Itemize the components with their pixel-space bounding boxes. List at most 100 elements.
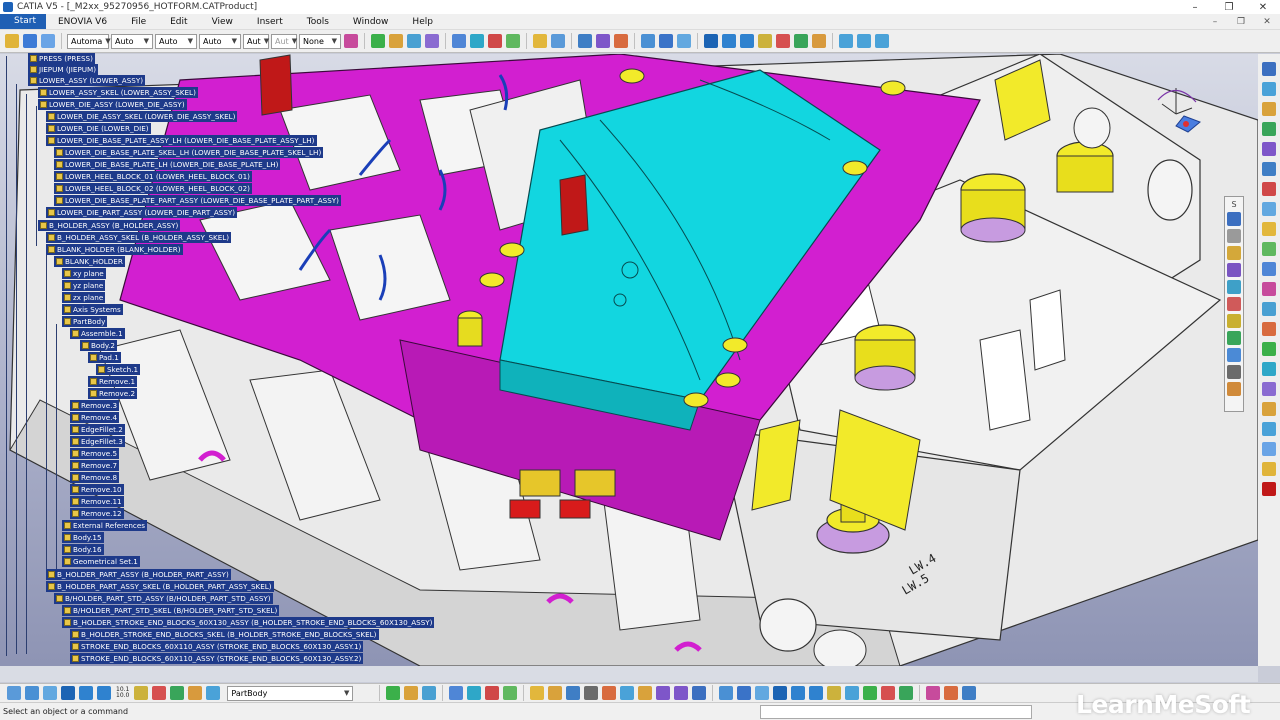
snap-icon[interactable] xyxy=(5,34,19,48)
tree-node[interactable]: xy plane xyxy=(62,268,106,279)
normal-icon[interactable] xyxy=(827,686,842,700)
paste-icon[interactable] xyxy=(638,686,653,700)
redo-icon[interactable] xyxy=(674,686,689,700)
zoom-in-view-icon[interactable] xyxy=(791,686,806,700)
point-icon[interactable] xyxy=(839,34,853,48)
maximize-button[interactable]: ❐ xyxy=(1212,2,1246,13)
draft-icon[interactable] xyxy=(1227,331,1241,345)
tree-node[interactable]: LOWER_DIE_BASE_PLATE_PART_ASSY (LOWER_DI… xyxy=(54,195,341,206)
new-icon[interactable] xyxy=(530,686,545,700)
chamfer-icon[interactable] xyxy=(1227,314,1241,328)
rotate-icon[interactable] xyxy=(704,34,718,48)
product-icon[interactable] xyxy=(371,34,385,48)
line-thickness-combo[interactable]: Auto ▼ xyxy=(155,33,197,49)
tree-node[interactable]: Remove.8 xyxy=(70,472,120,483)
fit-all-in-icon[interactable] xyxy=(25,686,39,700)
rotate-icon[interactable] xyxy=(1262,282,1276,296)
menu-edit[interactable]: Edit xyxy=(158,17,199,27)
tree-node[interactable]: LOWER_DIE_BASE_PLATE_SKEL_LH (LOWER_DIE_… xyxy=(54,147,324,158)
tree-node[interactable]: EdgeFillet.3 xyxy=(70,436,125,447)
command-input[interactable] xyxy=(760,705,1032,719)
fly-mode-icon[interactable] xyxy=(641,34,655,48)
fillet-icon[interactable] xyxy=(1227,297,1241,311)
format-painter-icon[interactable] xyxy=(344,34,358,48)
tree-node[interactable]: LOWER_DIE_BASE_PLATE_LH (LOWER_DIE_BASE_… xyxy=(54,159,281,170)
inertia-icon[interactable] xyxy=(614,34,628,48)
line-icon[interactable] xyxy=(1262,122,1276,136)
join-icon[interactable] xyxy=(1262,182,1276,196)
pan-icon[interactable] xyxy=(677,34,691,48)
zoom-out-icon[interactable] xyxy=(97,686,111,700)
menu-insert[interactable]: Insert xyxy=(245,17,295,27)
surface-icon[interactable] xyxy=(1262,162,1276,176)
line-icon[interactable] xyxy=(857,34,871,48)
component-icon[interactable] xyxy=(407,34,421,48)
compass-icon[interactable] xyxy=(1148,80,1208,140)
formula-icon[interactable] xyxy=(926,686,941,700)
tree-node[interactable]: PartBody xyxy=(62,316,108,327)
tree-node[interactable]: Remove.10 xyxy=(70,484,124,495)
zoom-out-icon[interactable] xyxy=(740,34,754,48)
tree-node[interactable]: Remove.3 xyxy=(70,400,120,411)
tree-node[interactable]: Remove.12 xyxy=(70,508,124,519)
knowledge-icon[interactable] xyxy=(962,686,977,700)
tree-node[interactable]: Remove.5 xyxy=(70,448,120,459)
tree-node[interactable]: Body.15 xyxy=(62,532,104,543)
menu-start[interactable]: Start xyxy=(0,14,46,29)
scale-icon[interactable] xyxy=(1262,322,1276,336)
select-icon[interactable] xyxy=(23,34,37,48)
tree-node[interactable]: LOWER_ASSY_SKEL (LOWER_ASSY_SKEL) xyxy=(38,87,198,98)
tree-node[interactable]: Body.2 xyxy=(80,340,117,351)
tree-node[interactable]: Body.16 xyxy=(62,544,104,555)
color-combo[interactable]: Automa ▼ xyxy=(67,33,111,49)
hide-show-icon[interactable] xyxy=(776,34,790,48)
menu-tools[interactable]: Tools xyxy=(295,17,341,27)
tree-node[interactable]: B_HOLDER_PART_ASSY (B_HOLDER_PART_ASSY) xyxy=(46,569,231,580)
pan-icon[interactable] xyxy=(43,686,57,700)
shell-icon[interactable] xyxy=(1227,348,1241,362)
swap-visible-icon[interactable] xyxy=(794,34,808,48)
layer-auto-combo[interactable]: Aut ▼ xyxy=(271,33,297,49)
near-icon[interactable] xyxy=(1262,422,1276,436)
tree-node[interactable]: JIEPUM (JIEPUM) xyxy=(28,64,99,75)
axis-to-axis-icon[interactable] xyxy=(1262,362,1276,376)
tree-node[interactable]: LOWER_DIE (LOWER_DIE) xyxy=(46,123,151,134)
cut-icon[interactable] xyxy=(812,34,826,48)
print-icon[interactable] xyxy=(584,686,599,700)
contact-constraint-icon[interactable] xyxy=(551,34,565,48)
tree-node[interactable]: B_HOLDER_STROKE_END_BLOCKS_60X130_ASSY (… xyxy=(62,617,435,628)
tree-node[interactable]: Geometrical Set.1 xyxy=(62,556,140,567)
shading-icon[interactable] xyxy=(863,686,878,700)
copy-format-icon[interactable] xyxy=(41,34,55,48)
trim-icon[interactable] xyxy=(1262,222,1276,236)
shaft-icon[interactable] xyxy=(1227,263,1241,277)
extrapolate-icon[interactable] xyxy=(1262,382,1276,396)
snap-component-icon[interactable] xyxy=(470,34,484,48)
constraint-icon[interactable] xyxy=(533,34,547,48)
tree-node[interactable]: Assemble.1 xyxy=(70,328,125,339)
tap-analysis-icon[interactable] xyxy=(503,686,518,700)
zoom-in-icon[interactable] xyxy=(79,686,93,700)
zoom-in-icon[interactable] xyxy=(722,34,736,48)
close-button[interactable]: ✕ xyxy=(1246,2,1280,13)
open-icon[interactable] xyxy=(548,686,563,700)
tree-node[interactable]: Remove.4 xyxy=(70,412,120,423)
boolean-icon[interactable] xyxy=(386,686,401,700)
tree-node[interactable]: LOWER_DIE_PART_ASSY (LOWER_DIE_PART_ASSY… xyxy=(46,207,238,218)
rotate-view-icon[interactable] xyxy=(61,686,75,700)
tree-node[interactable]: STROKE_END_BLOCKS_60X110_ASSY (STROKE_EN… xyxy=(70,641,364,652)
doc-minimize-button[interactable]: – xyxy=(1202,17,1228,27)
existing-component-icon[interactable] xyxy=(425,34,439,48)
point-icon[interactable] xyxy=(1262,102,1276,116)
tree-node[interactable]: B_HOLDER_ASSY (B_HOLDER_ASSY) xyxy=(38,220,181,231)
draft-analysis-icon[interactable] xyxy=(467,686,482,700)
part-icon[interactable] xyxy=(389,34,403,48)
render-style-icon[interactable] xyxy=(188,686,203,700)
doc-restore-button[interactable]: ❐ xyxy=(1228,17,1254,27)
extract-icon[interactable] xyxy=(1262,242,1276,256)
curve-icon[interactable] xyxy=(1262,142,1276,156)
tree-node[interactable]: Remove.1 xyxy=(88,376,138,387)
workbench-icon[interactable] xyxy=(1262,62,1276,76)
tree-node[interactable]: Remove.11 xyxy=(70,496,124,507)
symmetry-icon[interactable] xyxy=(1262,302,1276,316)
